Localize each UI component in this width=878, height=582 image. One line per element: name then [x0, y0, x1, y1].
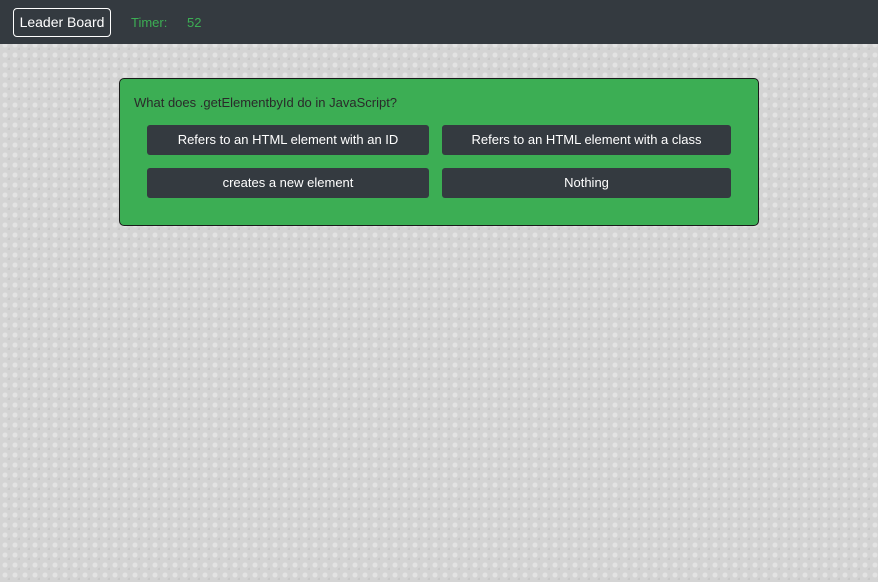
- question-text: What does .getElementbyId do in JavaScri…: [134, 95, 398, 110]
- timer-value: 52: [187, 15, 202, 30]
- question-card: What does .getElementbyId do in JavaScri…: [119, 78, 759, 226]
- answer-button-2[interactable]: Refers to an HTML element with a class: [442, 125, 731, 155]
- answer-button-4[interactable]: Nothing: [442, 168, 731, 198]
- navbar: Leader Board Timer: 52: [0, 0, 878, 44]
- timer-label: Timer:: [131, 15, 168, 30]
- answer-button-1[interactable]: Refers to an HTML element with an ID: [147, 125, 429, 155]
- answer-button-3[interactable]: creates a new element: [147, 168, 429, 198]
- leaderboard-button[interactable]: Leader Board: [13, 8, 111, 37]
